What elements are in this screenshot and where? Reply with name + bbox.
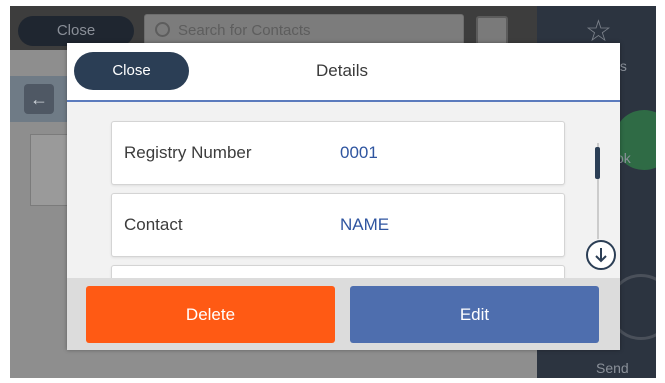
- background-close-button: Close: [18, 16, 134, 46]
- back-arrow-icon: ←: [24, 84, 54, 114]
- row-value: 0001: [340, 143, 378, 162]
- address-book-icon: [476, 16, 508, 46]
- close-button[interactable]: Close: [74, 52, 189, 90]
- details-list: Registry Number 0001 Contact NAME: [67, 102, 620, 278]
- edit-button[interactable]: Edit: [350, 286, 599, 343]
- search-icon: [155, 22, 170, 37]
- dialog-title: Details: [316, 61, 368, 80]
- details-row-contact[interactable]: Contact NAME: [111, 193, 565, 257]
- delete-button[interactable]: Delete: [86, 286, 335, 343]
- details-dialog: Close Details Registry Number 0001 Conta…: [67, 43, 620, 350]
- details-row-registry-number[interactable]: Registry Number 0001: [111, 121, 565, 185]
- row-label: Registry Number: [124, 143, 252, 162]
- dialog-header: Close Details: [67, 43, 620, 102]
- details-row-partial[interactable]: [111, 265, 565, 278]
- row-label: Contact: [124, 215, 183, 234]
- background-search-placeholder: Search for Contacts: [178, 22, 311, 39]
- dialog-footer: Delete Edit: [67, 278, 620, 350]
- scrollbar-thumb[interactable]: [595, 147, 600, 179]
- arrow-down-circle-icon[interactable]: [586, 240, 616, 270]
- row-value: NAME: [340, 215, 390, 234]
- background-send-label: Send: [596, 360, 629, 376]
